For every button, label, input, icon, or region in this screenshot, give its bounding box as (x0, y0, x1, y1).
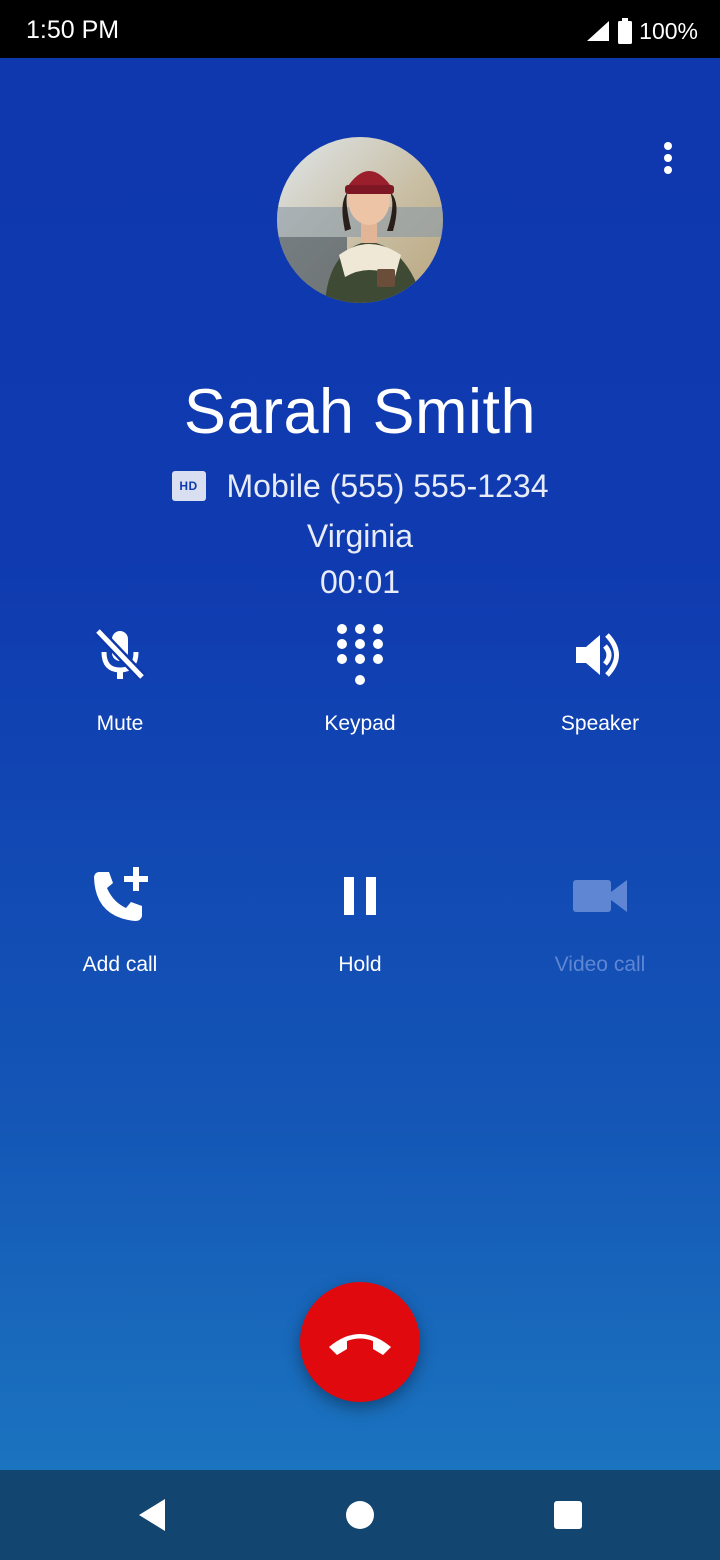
videocam-icon (573, 880, 627, 912)
home-button[interactable] (335, 1490, 385, 1540)
mic-off-icon (94, 627, 146, 681)
speaker-label: Speaker (560, 712, 640, 735)
end-call-button[interactable] (300, 1282, 420, 1402)
speaker-button[interactable]: Speaker (480, 620, 720, 780)
status-time: 1:50 PM (26, 16, 120, 44)
hd-icon: HD (171, 471, 206, 501)
add-call-label: Add call (82, 953, 158, 976)
status-icons: 100% (585, 16, 698, 46)
video-call-label: Video call (554, 953, 646, 976)
recents-button[interactable] (543, 1490, 593, 1540)
keypad-button[interactable]: Keypad (240, 620, 480, 780)
hd-badge-text: HD (179, 479, 198, 493)
speaker-icon (576, 633, 619, 677)
pause-icon (344, 877, 376, 915)
caller-name: Sarah Smith (183, 377, 537, 447)
caller-avatar (277, 137, 443, 303)
status-bar: 1:50 PM 100% (0, 0, 720, 58)
back-button[interactable] (127, 1490, 177, 1540)
hold-label: Hold (338, 953, 382, 976)
call-timer: 00:01 (319, 564, 401, 600)
back-icon (139, 1499, 165, 1531)
battery-icon (618, 18, 633, 44)
home-icon (346, 1501, 374, 1529)
dialpad-icon (337, 624, 383, 685)
caller-location: Virginia (306, 518, 414, 554)
video-call-button[interactable]: Video call (480, 861, 720, 1021)
in-call-screen: Sarah Smith HD Mobile (555) 555-1234 Vir… (0, 58, 720, 1470)
navigation-bar (0, 1470, 720, 1560)
mute-label: Mute (96, 712, 144, 735)
keypad-label: Keypad (324, 712, 396, 735)
recents-icon (554, 1501, 582, 1529)
caller-number: Mobile (555) 555-1234 (226, 467, 549, 504)
signal-icon (587, 21, 610, 41)
add-call-button[interactable]: Add call (0, 861, 240, 1021)
caller-line-info: HD Mobile (555) 555-1234 (0, 466, 720, 506)
call-end-icon (329, 1334, 391, 1355)
battery-percent: 100% (639, 17, 698, 44)
more-options-button[interactable] (650, 140, 686, 176)
hold-button[interactable]: Hold (240, 861, 480, 1021)
mute-button[interactable]: Mute (0, 620, 240, 780)
more-vert-icon (664, 142, 672, 174)
add-call-icon (94, 867, 148, 921)
